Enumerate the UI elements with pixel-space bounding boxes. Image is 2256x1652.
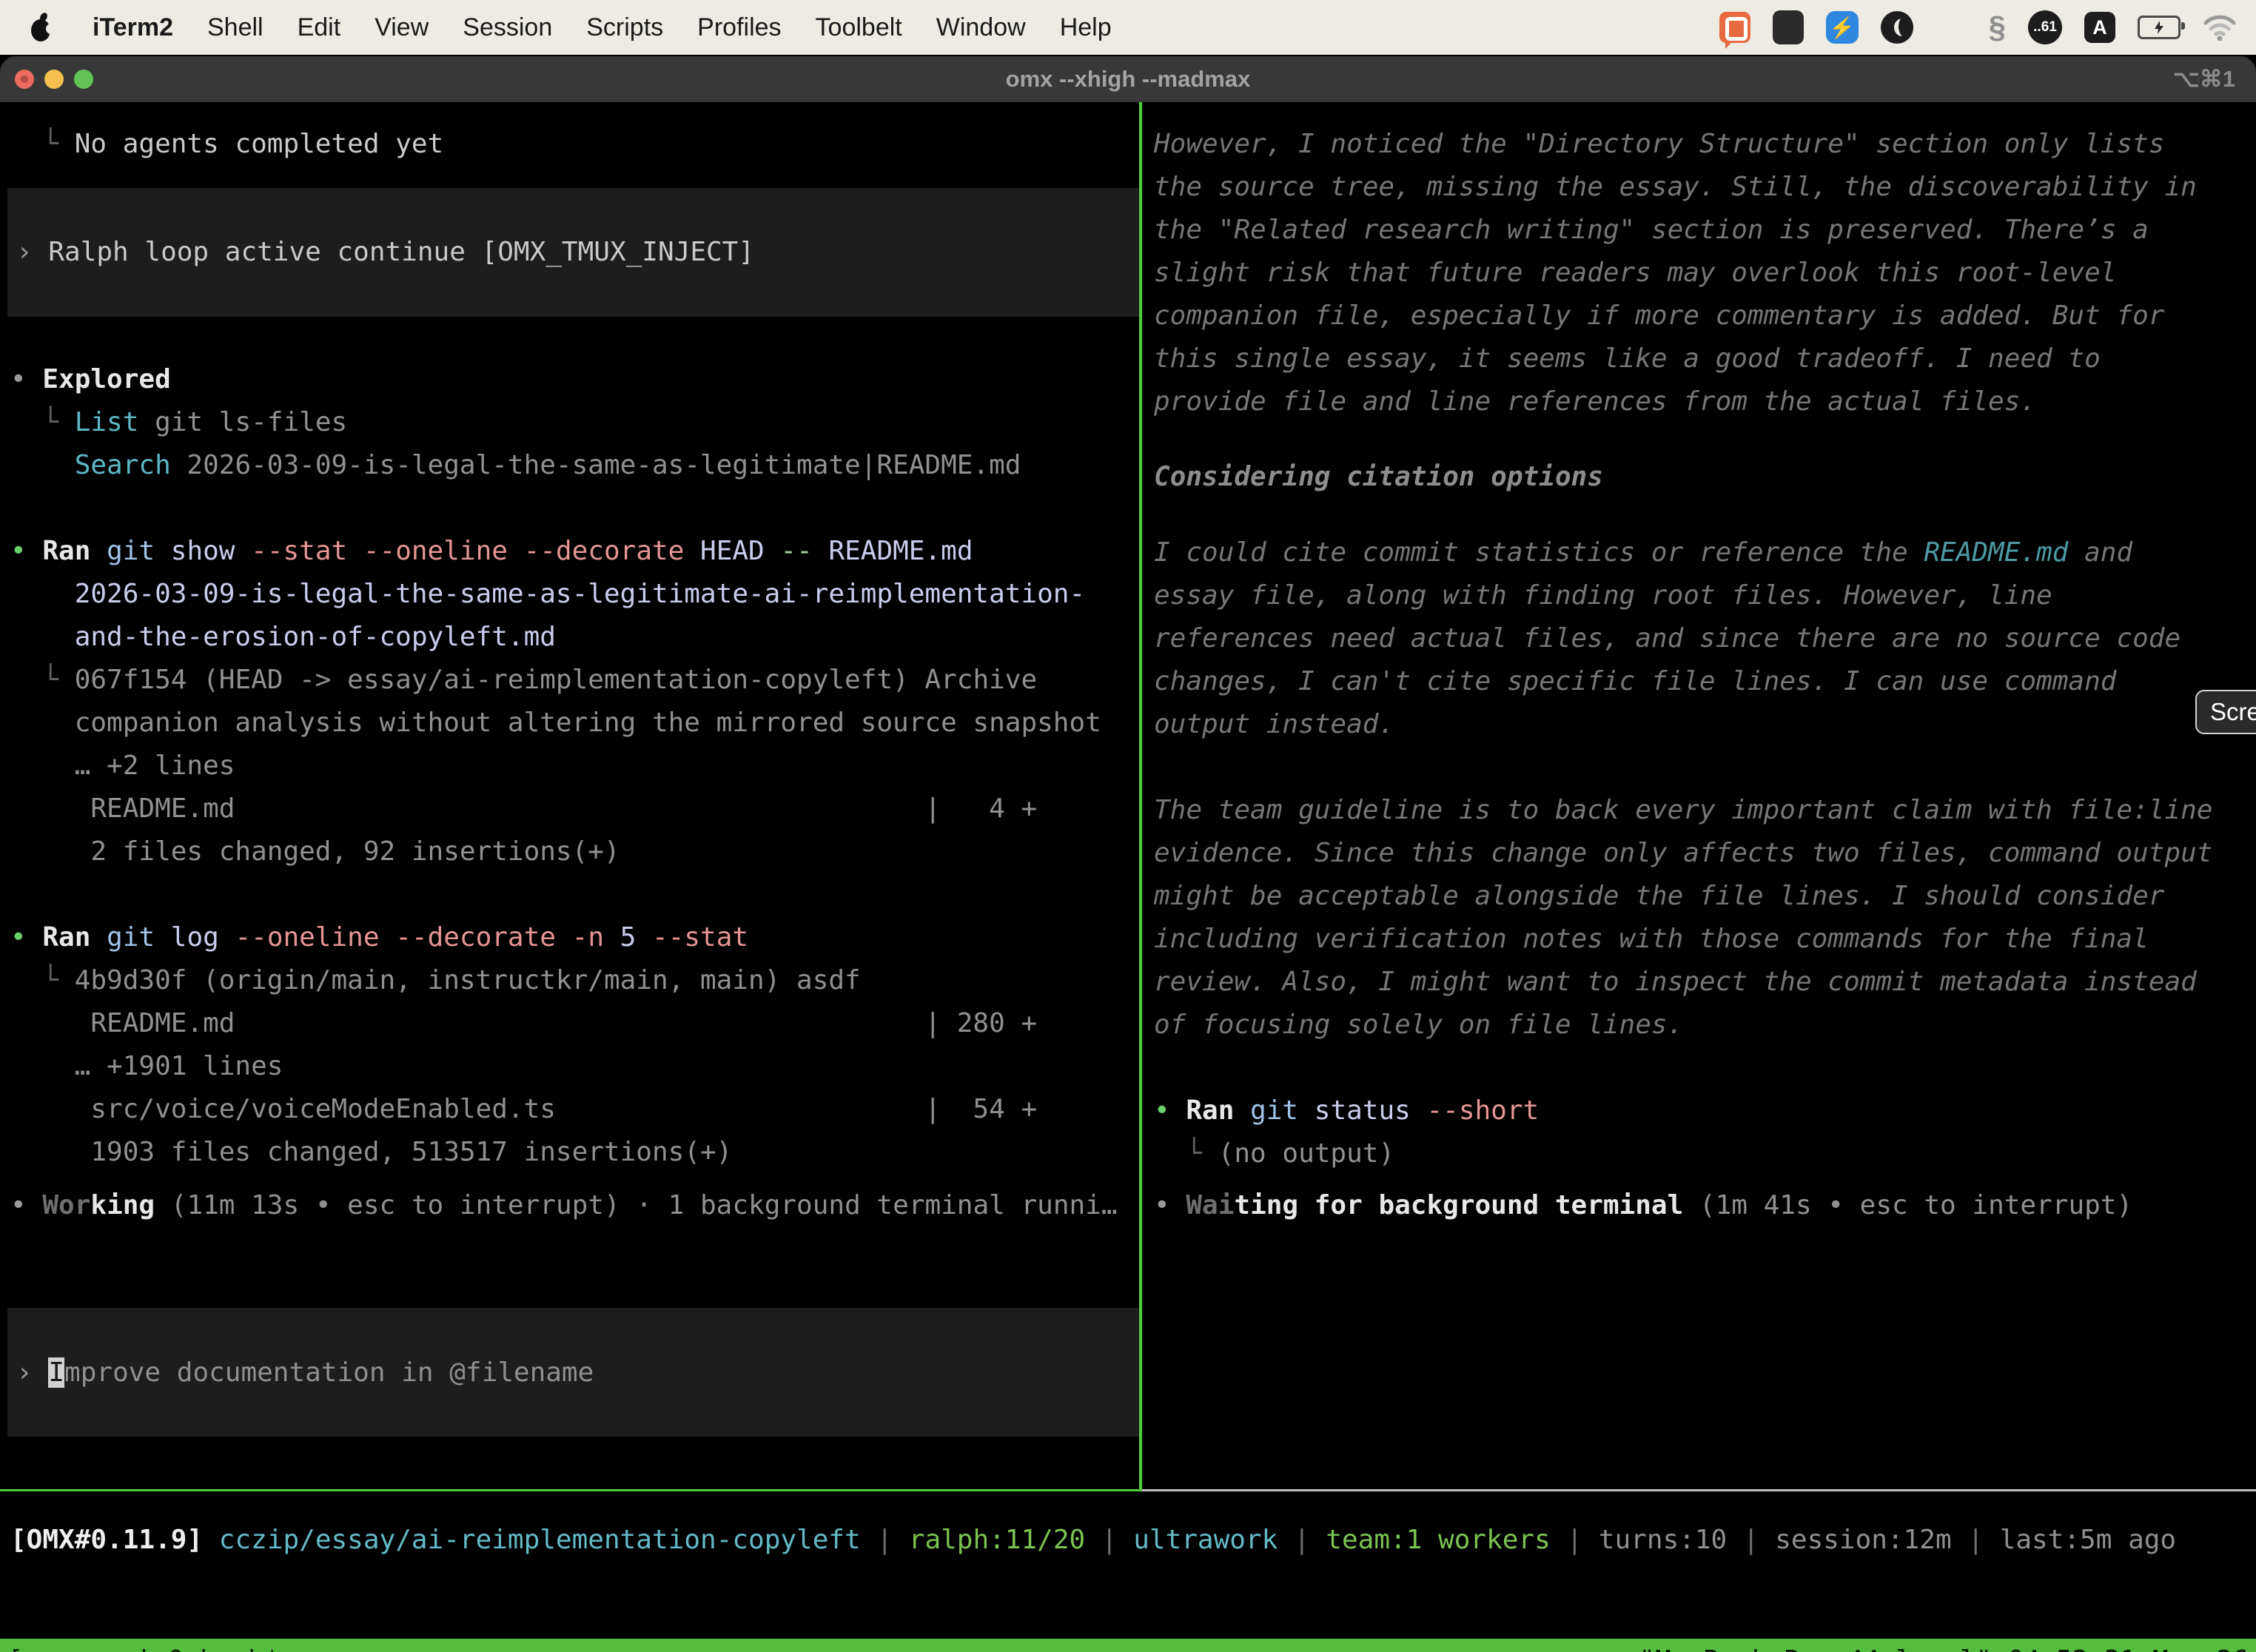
menu-item-edit[interactable]: Edit	[281, 0, 358, 55]
menu-item-view[interactable]: View	[357, 0, 446, 55]
reasoning-para3-line: review. Also, I might want to inspect th…	[1154, 961, 2256, 1004]
chat-icon-inner	[1725, 17, 1748, 41]
explored-list-line: └ List git ls-files	[10, 401, 1139, 444]
spark-badge-icon[interactable]: ⚡	[1826, 11, 1859, 44]
omx-mode: ultrawork	[1133, 1525, 1278, 1555]
screen-tooltip: Scre	[2195, 690, 2256, 734]
git-log-output-3: … +1901 lines	[10, 1045, 1139, 1088]
reasoning-para1-line: the "Related research writing" section i…	[1154, 209, 2256, 252]
reasoning-para2-line: references need actual files, and since …	[1154, 617, 2256, 660]
git-status-command: • Ran git status --short	[1154, 1089, 2256, 1132]
reasoning-para2-line: changes, I can't cite specific file line…	[1154, 660, 2256, 703]
screen: iTerm2 Shell Edit View Session Scripts P…	[0, 0, 2256, 1652]
menu-item-profiles[interactable]: Profiles	[680, 0, 798, 55]
menu-bar-left: iTerm2 Shell Edit View Session Scripts P…	[0, 0, 1129, 55]
battery-nub	[2181, 22, 2185, 30]
reasoning-para1-line: companion file, especially if more comme…	[1154, 295, 2256, 338]
omx-ralph-count: ralph:11/20	[909, 1525, 1085, 1555]
grid-shield-icon[interactable]	[1773, 10, 1804, 44]
apple-menu-icon[interactable]	[25, 11, 58, 44]
readme-link: README.md	[1924, 537, 2068, 568]
omx-status-bar: [OMX#0.11.9] cczip/essay/ai-reimplementa…	[0, 1519, 2256, 1562]
dots-grid-icon[interactable]	[1936, 12, 1967, 43]
reasoning-para3-line: The team guideline is to back every impo…	[1154, 789, 2256, 832]
reasoning-para1-line: the source tree, missing the essay. Stil…	[1154, 166, 2256, 209]
left-pane[interactable]: └ No agents completed yet › Ralph loop a…	[0, 102, 1139, 1446]
pie-icon[interactable]	[1881, 11, 1913, 44]
explored-search-line: Search 2026-03-09-is-legal-the-same-as-l…	[10, 444, 1139, 487]
hook-icon[interactable]: §	[1989, 10, 2006, 45]
menu-item-toolbelt[interactable]: Toolbelt	[799, 0, 919, 55]
reasoning-para3-line: of focusing solely on file lines.	[1154, 1004, 2256, 1047]
git-show-output-3: … +2 lines	[10, 745, 1139, 788]
git-log-output-4: src/voice/voiceModeEnabled.ts | 54 +	[10, 1088, 1139, 1131]
iterm-window: omx --xhigh --madmax ⌥⌘1 └ No agents com…	[0, 56, 2256, 1652]
omx-session: session:12m	[1775, 1525, 1951, 1555]
menu-item-window[interactable]: Window	[919, 0, 1043, 55]
waiting-status-line: • Waiting for background terminal (1m 41…	[1154, 1184, 2256, 1227]
reasoning-para3-line: might be acceptable alongside the file l…	[1154, 875, 2256, 918]
git-log-output-1: └ 4b9d30f (origin/main, instructkr/main,…	[10, 959, 1139, 1002]
omx-last: last:5m ago	[2000, 1525, 2176, 1555]
reasoning-para1-line: slight risk that future readers may over…	[1154, 252, 2256, 295]
agents-note-line: └ No agents completed yet	[10, 123, 1139, 166]
reasoning-para3-line: evidence. Since this change only affects…	[1154, 832, 2256, 875]
omx-version: [OMX#0.11.9]	[10, 1525, 203, 1555]
menu-item-iterm2[interactable]: iTerm2	[75, 0, 190, 55]
git-log-output-2: README.md | 280 +	[10, 1002, 1139, 1045]
chat-icon[interactable]	[1719, 12, 1750, 43]
window-title: omx --xhigh --madmax	[0, 56, 2256, 102]
git-show-output-4: README.md | 4 +	[10, 788, 1139, 830]
wifi-icon[interactable]	[2203, 14, 2237, 41]
right-pane-border	[1142, 1489, 2256, 1491]
inject-banner: › Ralph loop active continue [OMX_TMUX_I…	[7, 188, 1139, 317]
tmux-session-window: [omx-cczip0:bash*	[7, 1645, 280, 1652]
reasoning-para2-line: essay file, along with finding root file…	[1154, 574, 2256, 617]
a-badge-icon[interactable]: A	[2084, 12, 2115, 43]
menu-item-help[interactable]: Help	[1043, 0, 1129, 55]
text-cursor: I	[48, 1357, 64, 1388]
reasoning-para2-line: I could cite commit statistics or refere…	[1154, 531, 2256, 574]
git-show-output-2: companion analysis without altering the …	[10, 702, 1139, 745]
window-shortcut: ⌥⌘1	[2173, 56, 2235, 102]
omx-turns: turns:10	[1599, 1525, 1727, 1555]
menu-bar-status-icons: ⚡ § ..61 A	[1719, 10, 2256, 45]
explored-header: • Explored	[10, 358, 1139, 401]
reasoning-para1-line: this single essay, it seems like a good …	[1154, 338, 2256, 380]
tmux-host-clock: "MacBook-Pro-44.local" 04:52 31-Mar-26	[1639, 1645, 2249, 1652]
reasoning-para1-line: However, I noticed the "Directory Struct…	[1154, 123, 2256, 166]
61-badge-icon[interactable]: ..61	[2028, 10, 2062, 44]
terminal-panes: └ No agents completed yet › Ralph loop a…	[0, 102, 2256, 1652]
battery-icon[interactable]	[2138, 16, 2181, 39]
title-bar[interactable]: omx --xhigh --madmax ⌥⌘1	[0, 56, 2256, 102]
reasoning-heading: Considering citation options	[1154, 456, 2256, 499]
git-show-output-5: 2 files changed, 92 insertions(+)	[10, 830, 1139, 873]
git-status-output: └ (no output)	[1154, 1132, 2256, 1175]
menu-item-session[interactable]: Session	[446, 0, 569, 55]
git-show-command: • Ran git show --stat --oneline --decora…	[10, 530, 1139, 573]
git-log-output-5: 1903 files changed, 513517 insertions(+)	[10, 1131, 1139, 1174]
omx-team: team:1 workers	[1326, 1525, 1550, 1555]
git-show-filename-1: 2026-03-09-is-legal-the-same-as-legitima…	[10, 573, 1139, 616]
omx-branch: cczip/essay/ai-reimplementation-copyleft	[219, 1525, 861, 1555]
git-show-output-1: └ 067f154 (HEAD -> essay/ai-reimplementa…	[10, 659, 1139, 702]
pane-divider[interactable]	[1139, 102, 1142, 1491]
reasoning-para1-line: provide file and line references from th…	[1154, 380, 2256, 423]
menu-item-scripts[interactable]: Scripts	[569, 0, 680, 55]
menu-item-shell[interactable]: Shell	[190, 0, 281, 55]
reasoning-para3-line: including verification notes with those …	[1154, 918, 2256, 961]
prompt-input-left[interactable]: › Improve documentation in @filename	[7, 1308, 1139, 1437]
right-pane[interactable]: However, I noticed the "Directory Struct…	[1142, 102, 2256, 1446]
chat-icon-tail	[1725, 41, 1733, 49]
working-status-line: • Working (11m 13s • esc to interrupt) ·…	[10, 1184, 1139, 1227]
reasoning-para2-line: output instead.	[1154, 703, 2256, 746]
left-pane-border	[0, 1489, 1139, 1491]
git-show-filename-2: and-the-erosion-of-copyleft.md	[10, 616, 1139, 659]
tmux-status-bar[interactable]: [omx-cczip0:bash* "MacBook-Pro-44.local"…	[0, 1639, 2256, 1652]
git-log-command: • Ran git log --oneline --decorate -n 5 …	[10, 916, 1139, 959]
menu-bar: iTerm2 Shell Edit View Session Scripts P…	[0, 0, 2256, 55]
